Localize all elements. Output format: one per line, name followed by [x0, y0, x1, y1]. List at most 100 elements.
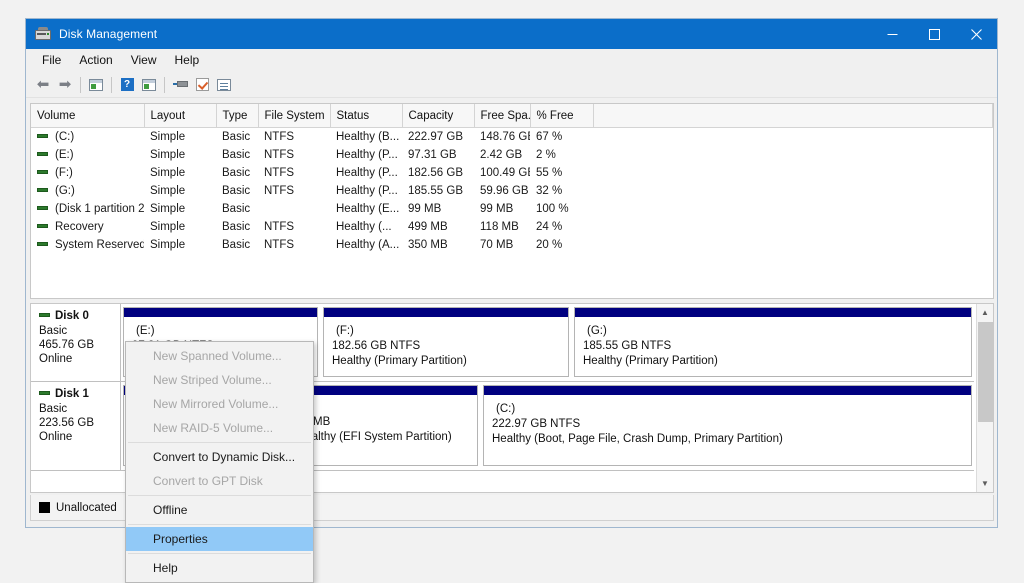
volume-icon — [37, 206, 48, 210]
maximize-button[interactable] — [913, 19, 955, 49]
menu-action[interactable]: Action — [70, 51, 121, 70]
menu-file[interactable]: File — [33, 51, 70, 70]
context-menu-item-new-mirrored-volume[interactable]: New Mirrored Volume... — [126, 392, 313, 416]
context-menu-item-offline[interactable]: Offline — [126, 498, 313, 522]
filler-cell — [593, 164, 993, 182]
menu-bar: File Action View Help — [26, 49, 997, 72]
table-row[interactable]: System Reserved (... Simple Basic NTFS H… — [31, 236, 993, 254]
column-header-capacity[interactable]: Capacity — [402, 104, 474, 128]
show-hide-tree-icon[interactable] — [85, 75, 107, 95]
context-menu-item-convert-to-gpt-disk[interactable]: Convert to GPT Disk — [126, 469, 313, 493]
partition-bar — [324, 308, 568, 317]
file-system-cell: NTFS — [258, 218, 330, 236]
type-cell: Basic — [216, 182, 258, 200]
filler-cell — [593, 236, 993, 254]
disk-kind-0: Basic — [39, 324, 120, 338]
table-row[interactable]: Recovery Simple Basic NTFS Healthy (... … — [31, 218, 993, 236]
volume-name-cell: Recovery — [31, 218, 144, 236]
table-row[interactable]: (G:) Simple Basic NTFS Healthy (P... 185… — [31, 182, 993, 200]
table-row[interactable]: (C:) Simple Basic NTFS Healthy (B... 222… — [31, 128, 993, 147]
context-menu-separator — [128, 524, 311, 525]
type-cell: Basic — [216, 218, 258, 236]
properties-list-icon[interactable] — [138, 75, 160, 95]
type-cell: Basic — [216, 200, 258, 218]
percent-free-cell: 32 % — [530, 182, 593, 200]
chevron-down-icon[interactable]: ▼ — [977, 475, 993, 492]
context-menu-item-new-striped-volume[interactable]: New Striped Volume... — [126, 368, 313, 392]
chevron-up-icon[interactable]: ▲ — [977, 304, 993, 321]
status-cell: Healthy (P... — [330, 164, 402, 182]
back-arrow-icon[interactable]: ⬅ — [32, 75, 54, 95]
percent-free-cell: 100 % — [530, 200, 593, 218]
scrollbar-thumb[interactable] — [978, 322, 993, 422]
menu-view[interactable]: View — [122, 51, 166, 70]
menu-help[interactable]: Help — [166, 51, 209, 70]
column-header-file-system[interactable]: File System — [258, 104, 330, 128]
partition-bar — [124, 308, 317, 317]
disk-icon — [39, 313, 50, 317]
column-header-type[interactable]: Type — [216, 104, 258, 128]
volume-icon — [37, 152, 48, 156]
filler-cell — [593, 200, 993, 218]
table-row[interactable]: (E:) Simple Basic NTFS Healthy (P... 97.… — [31, 146, 993, 164]
partition-block-f[interactable]: (F:) 182.56 GB NTFS Healthy (Primary Par… — [323, 307, 569, 377]
partition-block-efi[interactable]: 99 MB Healthy (EFI System Partition) — [288, 385, 478, 466]
type-cell: Basic — [216, 164, 258, 182]
disk-info-1[interactable]: Disk 1 Basic 223.56 GB Online — [31, 382, 121, 471]
column-header-filler[interactable] — [593, 104, 993, 128]
minimize-button[interactable] — [871, 19, 913, 49]
context-menu-item-help[interactable]: Help — [126, 556, 313, 580]
context-menu-separator — [128, 442, 311, 443]
details-pane-icon[interactable] — [213, 75, 235, 95]
graphical-view-scrollbar[interactable]: ▲ ▼ — [976, 304, 993, 492]
disk-size-1: 223.56 GB — [39, 416, 120, 430]
table-row[interactable]: (Disk 1 partition 2) Simple Basic Health… — [31, 200, 993, 218]
column-header-layout[interactable]: Layout — [144, 104, 216, 128]
disk-info-0[interactable]: Disk 0 Basic 465.76 GB Online — [31, 304, 121, 382]
toolbar: ⬅ ➡ ? — [26, 72, 997, 98]
volume-name-cell: System Reserved (... — [31, 236, 144, 254]
file-system-cell: NTFS — [258, 146, 330, 164]
disk-name-0: Disk 0 — [39, 310, 120, 322]
volume-label: (E:) — [55, 149, 74, 161]
column-header-volume[interactable]: Volume — [31, 104, 144, 128]
rescan-disks-icon[interactable] — [169, 75, 191, 95]
filler-cell — [593, 218, 993, 236]
status-cell: Healthy (B... — [330, 128, 402, 147]
column-header-status[interactable]: Status — [330, 104, 402, 128]
help-icon[interactable]: ? — [116, 75, 138, 95]
table-row[interactable]: (F:) Simple Basic NTFS Healthy (P... 182… — [31, 164, 993, 182]
layout-cell: Simple — [144, 200, 216, 218]
unallocated-swatch — [39, 502, 50, 513]
forward-arrow-icon[interactable]: ➡ — [54, 75, 76, 95]
toolbar-separator — [80, 77, 81, 93]
context-menu-item-convert-to-dynamic-disk[interactable]: Convert to Dynamic Disk... — [126, 445, 313, 469]
column-header-free-space[interactable]: Free Spa... — [474, 104, 530, 128]
volume-label: (Disk 1 partition 2) — [55, 203, 144, 215]
column-header-percent-free[interactable]: % Free — [530, 104, 593, 128]
type-cell: Basic — [216, 236, 258, 254]
partition-size: 185.55 GB NTFS — [583, 339, 971, 354]
context-menu-item-new-raid5-volume[interactable]: New RAID-5 Volume... — [126, 416, 313, 440]
status-cell: Healthy (P... — [330, 146, 402, 164]
percent-free-cell: 20 % — [530, 236, 593, 254]
disk-size-0: 465.76 GB — [39, 338, 120, 352]
context-menu-item-new-spanned-volume[interactable]: New Spanned Volume... — [126, 344, 313, 368]
layout-cell: Simple — [144, 182, 216, 200]
volume-list-pane[interactable]: Volume Layout Type File System Status Ca… — [30, 103, 994, 299]
volume-label: (G:) — [55, 185, 75, 197]
partition-block-g[interactable]: (G:) 185.55 GB NTFS Healthy (Primary Par… — [574, 307, 972, 377]
partition-size: 182.56 GB NTFS — [332, 339, 568, 354]
window-controls — [871, 19, 997, 49]
percent-free-cell: 2 % — [530, 146, 593, 164]
percent-free-cell: 67 % — [530, 128, 593, 147]
filler-cell — [593, 146, 993, 164]
context-menu-item-properties[interactable]: Properties — [126, 527, 313, 551]
partition-block-c[interactable]: (C:) 222.97 GB NTFS Healthy (Boot, Page … — [483, 385, 972, 466]
verify-icon[interactable] — [191, 75, 213, 95]
capacity-cell: 350 MB — [402, 236, 474, 254]
layout-cell: Simple — [144, 218, 216, 236]
volume-icon — [37, 188, 48, 192]
close-button[interactable] — [955, 19, 997, 49]
partition-bar — [289, 386, 477, 395]
